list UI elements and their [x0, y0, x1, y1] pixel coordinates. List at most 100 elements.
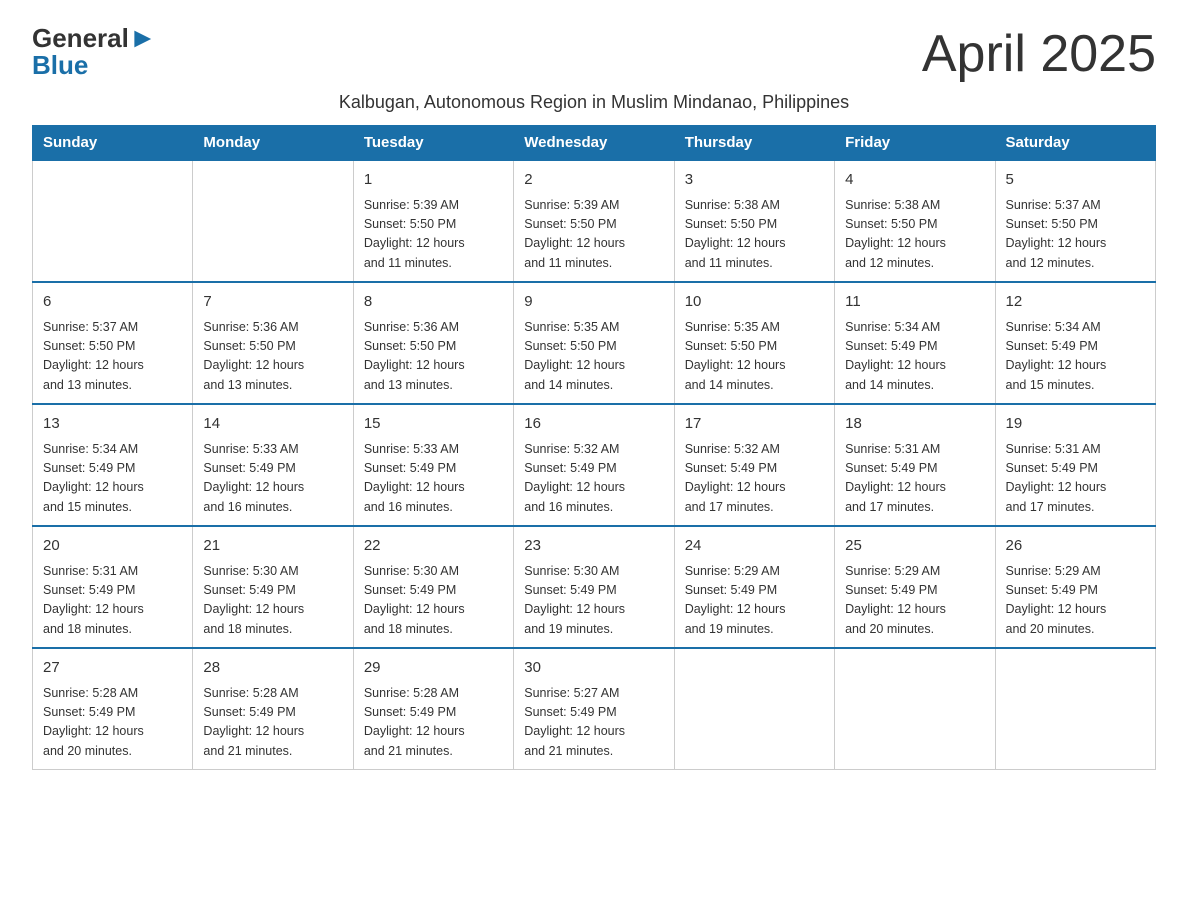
- day-detail: Sunrise: 5:28 AMSunset: 5:49 PMDaylight:…: [43, 684, 182, 762]
- calendar-cell: 27 Sunrise: 5:28 AMSunset: 5:49 PMDayligh…: [33, 648, 193, 770]
- weekday-header-sunday: Sunday: [33, 126, 193, 161]
- calendar-cell: 21 Sunrise: 5:30 AMSunset: 5:49 PMDayligh…: [193, 526, 353, 648]
- calendar-week-row: 1 Sunrise: 5:39 AMSunset: 5:50 PMDaylight…: [33, 160, 1156, 282]
- day-detail: Sunrise: 5:28 AMSunset: 5:49 PMDaylight:…: [203, 684, 342, 762]
- day-number: 9: [524, 291, 663, 314]
- weekday-header-thursday: Thursday: [674, 126, 834, 161]
- day-detail: Sunrise: 5:37 AMSunset: 5:50 PMDaylight:…: [1006, 196, 1145, 274]
- day-number: 15: [364, 413, 503, 436]
- calendar-cell: 12Sunrise: 5:34 AMSunset: 5:49 PMDayligh…: [995, 282, 1155, 404]
- day-detail: Sunrise: 5:30 AMSunset: 5:49 PMDaylight:…: [203, 562, 342, 640]
- day-number: 24: [685, 535, 824, 558]
- logo-arrow-icon: ►: [129, 22, 157, 53]
- day-detail: Sunrise: 5:35 AMSunset: 5:50 PMDaylight:…: [685, 318, 824, 396]
- calendar-table: SundayMondayTuesdayWednesdayThursdayFrid…: [32, 125, 1156, 770]
- day-number: 11: [845, 291, 984, 314]
- calendar-cell: 3 Sunrise: 5:38 AMSunset: 5:50 PMDaylight…: [674, 160, 834, 282]
- calendar-cell: 5 Sunrise: 5:37 AMSunset: 5:50 PMDaylight…: [995, 160, 1155, 282]
- day-detail: Sunrise: 5:29 AMSunset: 5:49 PMDaylight:…: [845, 562, 984, 640]
- day-number: 29: [364, 657, 503, 680]
- day-detail: Sunrise: 5:31 AMSunset: 5:49 PMDaylight:…: [43, 562, 182, 640]
- day-detail: Sunrise: 5:32 AMSunset: 5:49 PMDaylight:…: [685, 440, 824, 518]
- day-detail: Sunrise: 5:30 AMSunset: 5:49 PMDaylight:…: [364, 562, 503, 640]
- day-number: 5: [1006, 169, 1145, 192]
- calendar-cell: 1 Sunrise: 5:39 AMSunset: 5:50 PMDaylight…: [353, 160, 513, 282]
- day-detail: Sunrise: 5:33 AMSunset: 5:49 PMDaylight:…: [203, 440, 342, 518]
- calendar-cell: [995, 648, 1155, 770]
- day-detail: Sunrise: 5:32 AMSunset: 5:49 PMDaylight:…: [524, 440, 663, 518]
- day-number: 25: [845, 535, 984, 558]
- calendar-week-row: 20 Sunrise: 5:31 AMSunset: 5:49 PMDayligh…: [33, 526, 1156, 648]
- weekday-header-tuesday: Tuesday: [353, 126, 513, 161]
- logo-general-text: General: [32, 23, 129, 53]
- logo: General► Blue: [32, 24, 157, 78]
- day-detail: Sunrise: 5:36 AMSunset: 5:50 PMDaylight:…: [203, 318, 342, 396]
- calendar-cell: 19 Sunrise: 5:31 AMSunset: 5:49 PMDayligh…: [995, 404, 1155, 526]
- day-number: 28: [203, 657, 342, 680]
- day-detail: Sunrise: 5:30 AMSunset: 5:49 PMDaylight:…: [524, 562, 663, 640]
- calendar-week-row: 27 Sunrise: 5:28 AMSunset: 5:49 PMDayligh…: [33, 648, 1156, 770]
- day-detail: Sunrise: 5:34 AMSunset: 5:49 PMDaylight:…: [43, 440, 182, 518]
- day-number: 4: [845, 169, 984, 192]
- day-detail: Sunrise: 5:31 AMSunset: 5:49 PMDaylight:…: [845, 440, 984, 518]
- calendar-cell: 24 Sunrise: 5:29 AMSunset: 5:49 PMDayligh…: [674, 526, 834, 648]
- day-detail: Sunrise: 5:27 AMSunset: 5:49 PMDaylight:…: [524, 684, 663, 762]
- calendar-cell: 18 Sunrise: 5:31 AMSunset: 5:49 PMDayligh…: [835, 404, 995, 526]
- calendar-week-row: 6Sunrise: 5:37 AMSunset: 5:50 PMDaylight…: [33, 282, 1156, 404]
- day-number: 20: [43, 535, 182, 558]
- calendar-cell: [835, 648, 995, 770]
- day-detail: Sunrise: 5:31 AMSunset: 5:49 PMDaylight:…: [1006, 440, 1145, 518]
- day-number: 17: [685, 413, 824, 436]
- weekday-header-wednesday: Wednesday: [514, 126, 674, 161]
- day-detail: Sunrise: 5:29 AMSunset: 5:49 PMDaylight:…: [685, 562, 824, 640]
- day-number: 10: [685, 291, 824, 314]
- day-number: 8: [364, 291, 503, 314]
- day-detail: Sunrise: 5:37 AMSunset: 5:50 PMDaylight:…: [43, 318, 182, 396]
- day-number: 18: [845, 413, 984, 436]
- day-detail: Sunrise: 5:35 AMSunset: 5:50 PMDaylight:…: [524, 318, 663, 396]
- page-header: General► Blue April 2025: [32, 24, 1156, 84]
- calendar-cell: 7 Sunrise: 5:36 AMSunset: 5:50 PMDaylight…: [193, 282, 353, 404]
- calendar-cell: 4Sunrise: 5:38 AMSunset: 5:50 PMDaylight…: [835, 160, 995, 282]
- calendar-week-row: 13 Sunrise: 5:34 AMSunset: 5:49 PMDayligh…: [33, 404, 1156, 526]
- calendar-cell: 10 Sunrise: 5:35 AMSunset: 5:50 PMDayligh…: [674, 282, 834, 404]
- calendar-cell: 28 Sunrise: 5:28 AMSunset: 5:49 PMDayligh…: [193, 648, 353, 770]
- day-number: 30: [524, 657, 663, 680]
- day-number: 14: [203, 413, 342, 436]
- calendar-cell: [33, 160, 193, 282]
- day-detail: Sunrise: 5:29 AMSunset: 5:49 PMDaylight:…: [1006, 562, 1145, 640]
- calendar-cell: 26Sunrise: 5:29 AMSunset: 5:49 PMDayligh…: [995, 526, 1155, 648]
- day-detail: Sunrise: 5:28 AMSunset: 5:49 PMDaylight:…: [364, 684, 503, 762]
- day-number: 27: [43, 657, 182, 680]
- day-number: 19: [1006, 413, 1145, 436]
- day-number: 2: [524, 169, 663, 192]
- day-detail: Sunrise: 5:39 AMSunset: 5:50 PMDaylight:…: [364, 196, 503, 274]
- day-number: 3: [685, 169, 824, 192]
- calendar-cell: 22 Sunrise: 5:30 AMSunset: 5:49 PMDayligh…: [353, 526, 513, 648]
- day-detail: Sunrise: 5:39 AMSunset: 5:50 PMDaylight:…: [524, 196, 663, 274]
- calendar-cell: 17 Sunrise: 5:32 AMSunset: 5:49 PMDayligh…: [674, 404, 834, 526]
- calendar-cell: 29 Sunrise: 5:28 AMSunset: 5:49 PMDayligh…: [353, 648, 513, 770]
- calendar-cell: 13 Sunrise: 5:34 AMSunset: 5:49 PMDayligh…: [33, 404, 193, 526]
- day-number: 13: [43, 413, 182, 436]
- day-number: 1: [364, 169, 503, 192]
- month-title: April 2025: [922, 24, 1156, 84]
- day-detail: Sunrise: 5:36 AMSunset: 5:50 PMDaylight:…: [364, 318, 503, 396]
- calendar-cell: 2 Sunrise: 5:39 AMSunset: 5:50 PMDaylight…: [514, 160, 674, 282]
- calendar-cell: 11 Sunrise: 5:34 AMSunset: 5:49 PMDayligh…: [835, 282, 995, 404]
- day-number: 22: [364, 535, 503, 558]
- weekday-header-monday: Monday: [193, 126, 353, 161]
- day-detail: Sunrise: 5:38 AMSunset: 5:50 PMDaylight:…: [685, 196, 824, 274]
- day-number: 21: [203, 535, 342, 558]
- day-number: 12: [1006, 291, 1145, 314]
- calendar-cell: [674, 648, 834, 770]
- calendar-cell: 14 Sunrise: 5:33 AMSunset: 5:49 PMDayligh…: [193, 404, 353, 526]
- calendar-cell: 15Sunrise: 5:33 AMSunset: 5:49 PMDayligh…: [353, 404, 513, 526]
- day-number: 16: [524, 413, 663, 436]
- day-detail: Sunrise: 5:34 AMSunset: 5:49 PMDaylight:…: [845, 318, 984, 396]
- weekday-header-saturday: Saturday: [995, 126, 1155, 161]
- calendar-cell: 20 Sunrise: 5:31 AMSunset: 5:49 PMDayligh…: [33, 526, 193, 648]
- day-number: 7: [203, 291, 342, 314]
- calendar-cell: 23Sunrise: 5:30 AMSunset: 5:49 PMDayligh…: [514, 526, 674, 648]
- calendar-cell: 9 Sunrise: 5:35 AMSunset: 5:50 PMDaylight…: [514, 282, 674, 404]
